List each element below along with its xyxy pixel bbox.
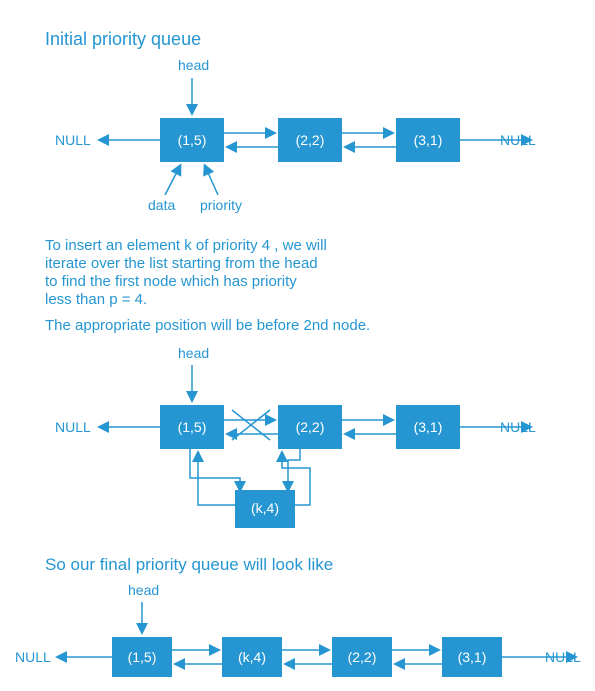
node-1-5-text: (1,5)	[178, 132, 207, 148]
final-n1-text: (1,5)	[128, 649, 157, 665]
explain-line-1: To insert an element k of priority 4 , w…	[45, 237, 327, 254]
data-label: data	[148, 197, 175, 213]
link-k-n1	[198, 453, 235, 505]
null-left-2: NULL	[55, 419, 91, 435]
node-1-5-b-text: (1,5)	[178, 419, 207, 435]
head-label-1: head	[178, 57, 209, 73]
node-3-1-text: (3,1)	[414, 132, 443, 148]
queue-2: NULL (1,5) (2,2) (3,1) NULL (k,4)	[55, 405, 536, 528]
explain-line-2: iterate over the list starting from the …	[45, 255, 318, 272]
link-n2-k	[288, 449, 300, 490]
node-3-1-b-text: (3,1)	[414, 419, 443, 435]
final-k-text: (k,4)	[238, 649, 266, 665]
final-n2-text: (2,2)	[348, 649, 377, 665]
priority-pointer	[205, 166, 218, 195]
explain-line-4: less than p = 4.	[45, 291, 147, 308]
null-left-1: NULL	[55, 132, 91, 148]
heading-final: So our final priority queue will look li…	[45, 555, 333, 574]
queue-3: NULL (1,5) (k,4) (2,2) (3,1) NULL	[15, 637, 581, 677]
explain-line-3: to find the first node which has priorit…	[45, 273, 297, 290]
final-n3-text: (3,1)	[458, 649, 487, 665]
explain-line-5: The appropriate position will be before …	[45, 317, 370, 334]
node-k-4-text: (k,4)	[251, 500, 279, 516]
queue-1: NULL (1,5) (2,2) (3,1) NULL	[55, 118, 536, 162]
node-2-2-b-text: (2,2)	[296, 419, 325, 435]
data-pointer	[165, 166, 180, 195]
null-left-3: NULL	[15, 649, 51, 665]
priority-label: priority	[200, 197, 242, 213]
head-label-3: head	[128, 582, 159, 598]
heading-initial: Initial priority queue	[45, 29, 201, 49]
head-label-2: head	[178, 345, 209, 361]
node-2-2-text: (2,2)	[296, 132, 325, 148]
